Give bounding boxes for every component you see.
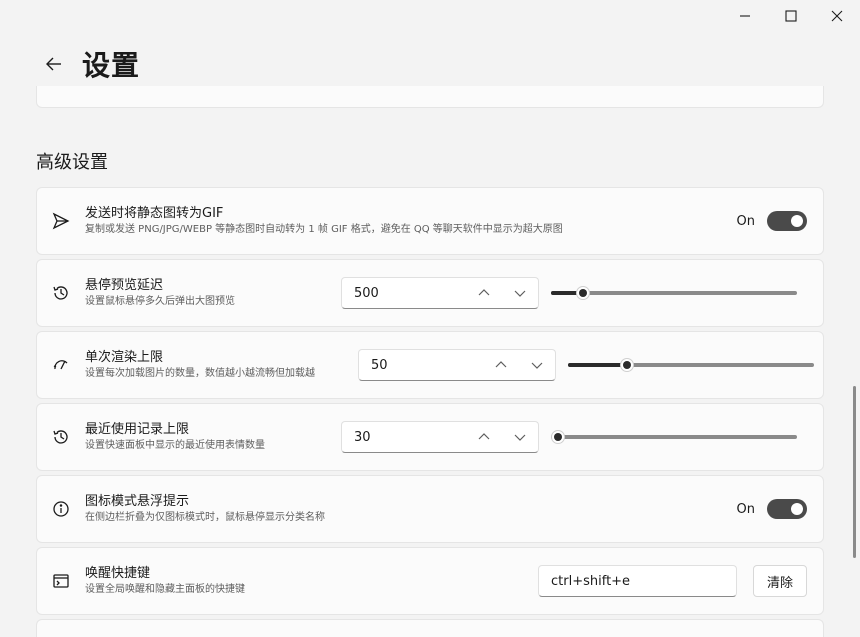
minimize-icon bbox=[740, 15, 750, 17]
minimize-button[interactable] bbox=[722, 0, 768, 32]
close-icon bbox=[831, 10, 843, 22]
chevron-up-icon bbox=[478, 289, 490, 296]
setting-card-hover-delay: 悬停预览延迟 设置鼠标悬停多久后弹出大图预览 500 bbox=[36, 259, 824, 327]
setting-title: 发送时将静态图转为GIF bbox=[85, 206, 224, 221]
setting-title: 悬停预览延迟 bbox=[85, 278, 164, 293]
tooltip-toggle-group: On bbox=[737, 499, 807, 519]
close-button[interactable] bbox=[814, 0, 860, 32]
page-header: 设置 bbox=[36, 44, 140, 84]
slider-thumb[interactable] bbox=[551, 430, 565, 444]
number-value: 50 bbox=[371, 357, 388, 373]
maximize-button[interactable] bbox=[768, 0, 814, 32]
previous-card bbox=[36, 86, 824, 108]
setting-card-tooltip: 图标模式悬浮提示 在侧边栏折叠为仅图标模式时，鼠标悬停显示分类名称 On bbox=[36, 475, 824, 543]
tooltip-toggle-switch[interactable] bbox=[767, 499, 807, 519]
clear-hotkey-button[interactable]: 清除 bbox=[753, 565, 807, 597]
setting-card-render-limit: 单次渲染上限 设置每次加载图片的数量，数值越小越流畅但加载越 50 bbox=[36, 331, 824, 399]
speed-icon bbox=[37, 356, 85, 374]
setting-description: 设置鼠标悬停多久后弹出大图预览 bbox=[85, 296, 235, 307]
settings-content: 高级设置 发送时将静态图转为GIF 复制或发送 PNG/JPG/WEBP 等静态… bbox=[36, 86, 824, 637]
gif-toggle-switch[interactable] bbox=[767, 211, 807, 231]
info-icon bbox=[37, 500, 85, 518]
setting-description: 设置快速面板中显示的最近使用表情数量 bbox=[85, 440, 265, 451]
setting-card-hotkey: 唤醒快捷键 设置全局唤醒和隐藏主面板的快捷键 ctrl+shift+e 清除 bbox=[36, 547, 824, 615]
spin-down-button[interactable] bbox=[502, 422, 538, 452]
section-title: 高级设置 bbox=[36, 152, 108, 173]
chevron-up-icon bbox=[478, 433, 490, 440]
setting-title: 最近使用记录上限 bbox=[85, 422, 190, 437]
arrow-left-icon bbox=[46, 57, 61, 71]
maximize-icon bbox=[785, 10, 797, 22]
next-card bbox=[36, 619, 824, 637]
chevron-down-icon bbox=[531, 362, 543, 369]
hover-delay-number-box[interactable]: 500 bbox=[341, 277, 539, 309]
number-value: 500 bbox=[354, 285, 379, 301]
recent-limit-number-box[interactable]: 30 bbox=[341, 421, 539, 453]
spin-up-button[interactable] bbox=[466, 278, 502, 308]
slider-thumb[interactable] bbox=[620, 358, 635, 372]
toggle-label: On bbox=[736, 501, 755, 517]
setting-description: 在侧边栏折叠为仅图标模式时，鼠标悬停显示分类名称 bbox=[85, 512, 325, 523]
setting-card-recent-limit: 最近使用记录上限 设置快速面板中显示的最近使用表情数量 30 bbox=[36, 403, 824, 471]
setting-card-gif: 发送时将静态图转为GIF 复制或发送 PNG/JPG/WEBP 等静态图时自动转… bbox=[36, 187, 824, 255]
slider-thumb[interactable] bbox=[575, 286, 590, 300]
hotkey-input[interactable]: ctrl+shift+e bbox=[538, 565, 737, 597]
vertical-scrollbar[interactable] bbox=[853, 386, 856, 558]
terminal-icon bbox=[37, 572, 85, 590]
spin-down-button[interactable] bbox=[502, 278, 538, 308]
history-icon bbox=[37, 284, 85, 302]
setting-title: 单次渲染上限 bbox=[85, 350, 164, 365]
setting-title: 图标模式悬浮提示 bbox=[85, 494, 190, 509]
setting-description: 设置全局唤醒和隐藏主面板的快捷键 bbox=[85, 584, 245, 595]
toggle-label: On bbox=[736, 213, 755, 229]
gif-toggle-group: On bbox=[737, 211, 807, 231]
hover-delay-slider[interactable] bbox=[551, 283, 797, 303]
history-icon bbox=[37, 428, 85, 446]
spin-up-button[interactable] bbox=[483, 350, 519, 380]
send-icon bbox=[37, 212, 85, 230]
setting-description: 复制或发送 PNG/JPG/WEBP 等静态图时自动转为 1 帧 GIF 格式，… bbox=[85, 224, 563, 235]
render-limit-number-box[interactable]: 50 bbox=[358, 349, 556, 381]
render-limit-slider[interactable] bbox=[568, 355, 814, 375]
spin-down-button[interactable] bbox=[519, 350, 555, 380]
number-value: 30 bbox=[354, 429, 371, 445]
setting-title: 唤醒快捷键 bbox=[85, 566, 151, 581]
back-button[interactable] bbox=[36, 46, 72, 82]
window-caption bbox=[722, 0, 860, 32]
chevron-down-icon bbox=[514, 434, 526, 441]
spin-up-button[interactable] bbox=[466, 422, 502, 452]
chevron-down-icon bbox=[514, 290, 526, 297]
chevron-up-icon bbox=[495, 361, 507, 368]
page-title: 设置 bbox=[82, 49, 141, 82]
recent-limit-slider[interactable] bbox=[551, 427, 797, 447]
setting-description: 设置每次加载图片的数量，数值越小越流畅但加载越 bbox=[85, 368, 315, 379]
